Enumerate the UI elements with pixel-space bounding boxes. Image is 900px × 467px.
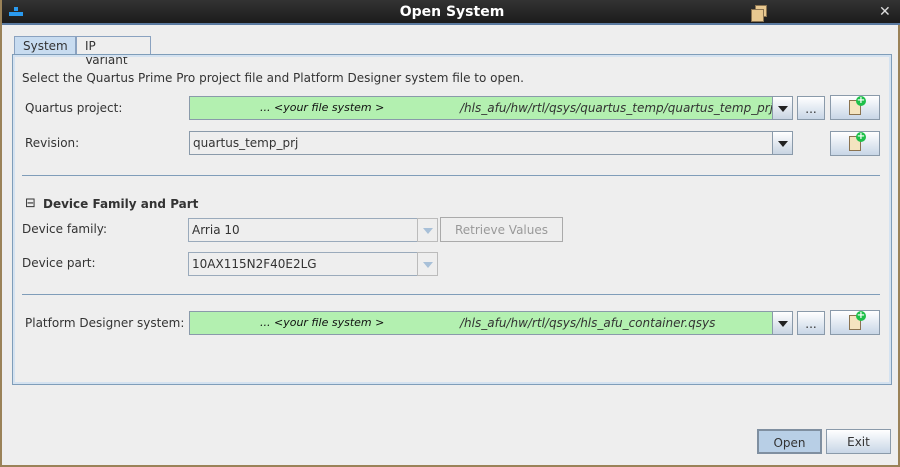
new-revision-button[interactable]: [830, 131, 880, 156]
title-bar[interactable]: Open System ✕: [2, 0, 900, 25]
quartus-project-dropdown[interactable]: [772, 96, 793, 120]
platform-designer-field[interactable]: ... <your file system > /hls_afu/hw/rtl/…: [189, 311, 773, 335]
close-icon[interactable]: ✕: [879, 4, 891, 20]
device-section-title: Device Family and Part: [43, 197, 199, 211]
platform-designer-label: Platform Designer system:: [25, 316, 185, 330]
platform-designer-path: /hls_afu/hw/rtl/qsys/hls_afu_container.q…: [460, 316, 716, 330]
device-family-dropdown[interactable]: [417, 218, 438, 242]
exit-button[interactable]: Exit: [826, 429, 891, 454]
tab-system[interactable]: System: [14, 36, 76, 55]
device-part-dropdown[interactable]: [417, 252, 438, 276]
revision-combo[interactable]: quartus_temp_prj: [189, 131, 773, 155]
revision-dropdown[interactable]: [772, 131, 793, 155]
new-file-icon: [849, 96, 866, 115]
new-platform-designer-button[interactable]: [830, 310, 880, 335]
platform-designer-placeholder: ... <your file system >: [260, 316, 385, 329]
device-part-combo[interactable]: 10AX115N2F40E2LG: [188, 252, 418, 276]
retrieve-values-button[interactable]: Retrieve Values: [440, 217, 563, 242]
device-family-combo[interactable]: Arria 10: [188, 218, 418, 242]
collapse-icon[interactable]: ⊟: [25, 196, 36, 211]
tab-ip-variant[interactable]: IP Variant: [76, 36, 151, 67]
new-file-icon: [849, 311, 866, 330]
platform-designer-dropdown[interactable]: [772, 311, 793, 335]
quartus-project-browse-button[interactable]: ...: [797, 96, 825, 120]
separator: [22, 175, 880, 176]
quartus-project-field[interactable]: ... <your file system > /hls_afu/hw/rtl/…: [189, 96, 773, 120]
separator: [22, 294, 880, 295]
open-button[interactable]: Open: [757, 429, 822, 454]
open-system-dialog: Open System ✕ System IP Variant Select t…: [0, 0, 900, 467]
quartus-project-placeholder: ... <your file system >: [260, 101, 385, 114]
new-quartus-project-button[interactable]: [830, 95, 880, 120]
new-file-icon: [849, 132, 866, 151]
restore-icon[interactable]: [751, 5, 771, 25]
device-part-label: Device part:: [22, 256, 96, 270]
revision-label: Revision:: [25, 136, 80, 150]
instruction-text: Select the Quartus Prime Pro project fil…: [22, 71, 524, 85]
device-family-label: Device family:: [22, 222, 108, 236]
platform-designer-browse-button[interactable]: ...: [797, 311, 825, 335]
quartus-project-label: Quartus project:: [25, 101, 123, 115]
quartus-project-path: /hls_afu/hw/rtl/qsys/quartus_temp/quartu…: [460, 101, 773, 115]
